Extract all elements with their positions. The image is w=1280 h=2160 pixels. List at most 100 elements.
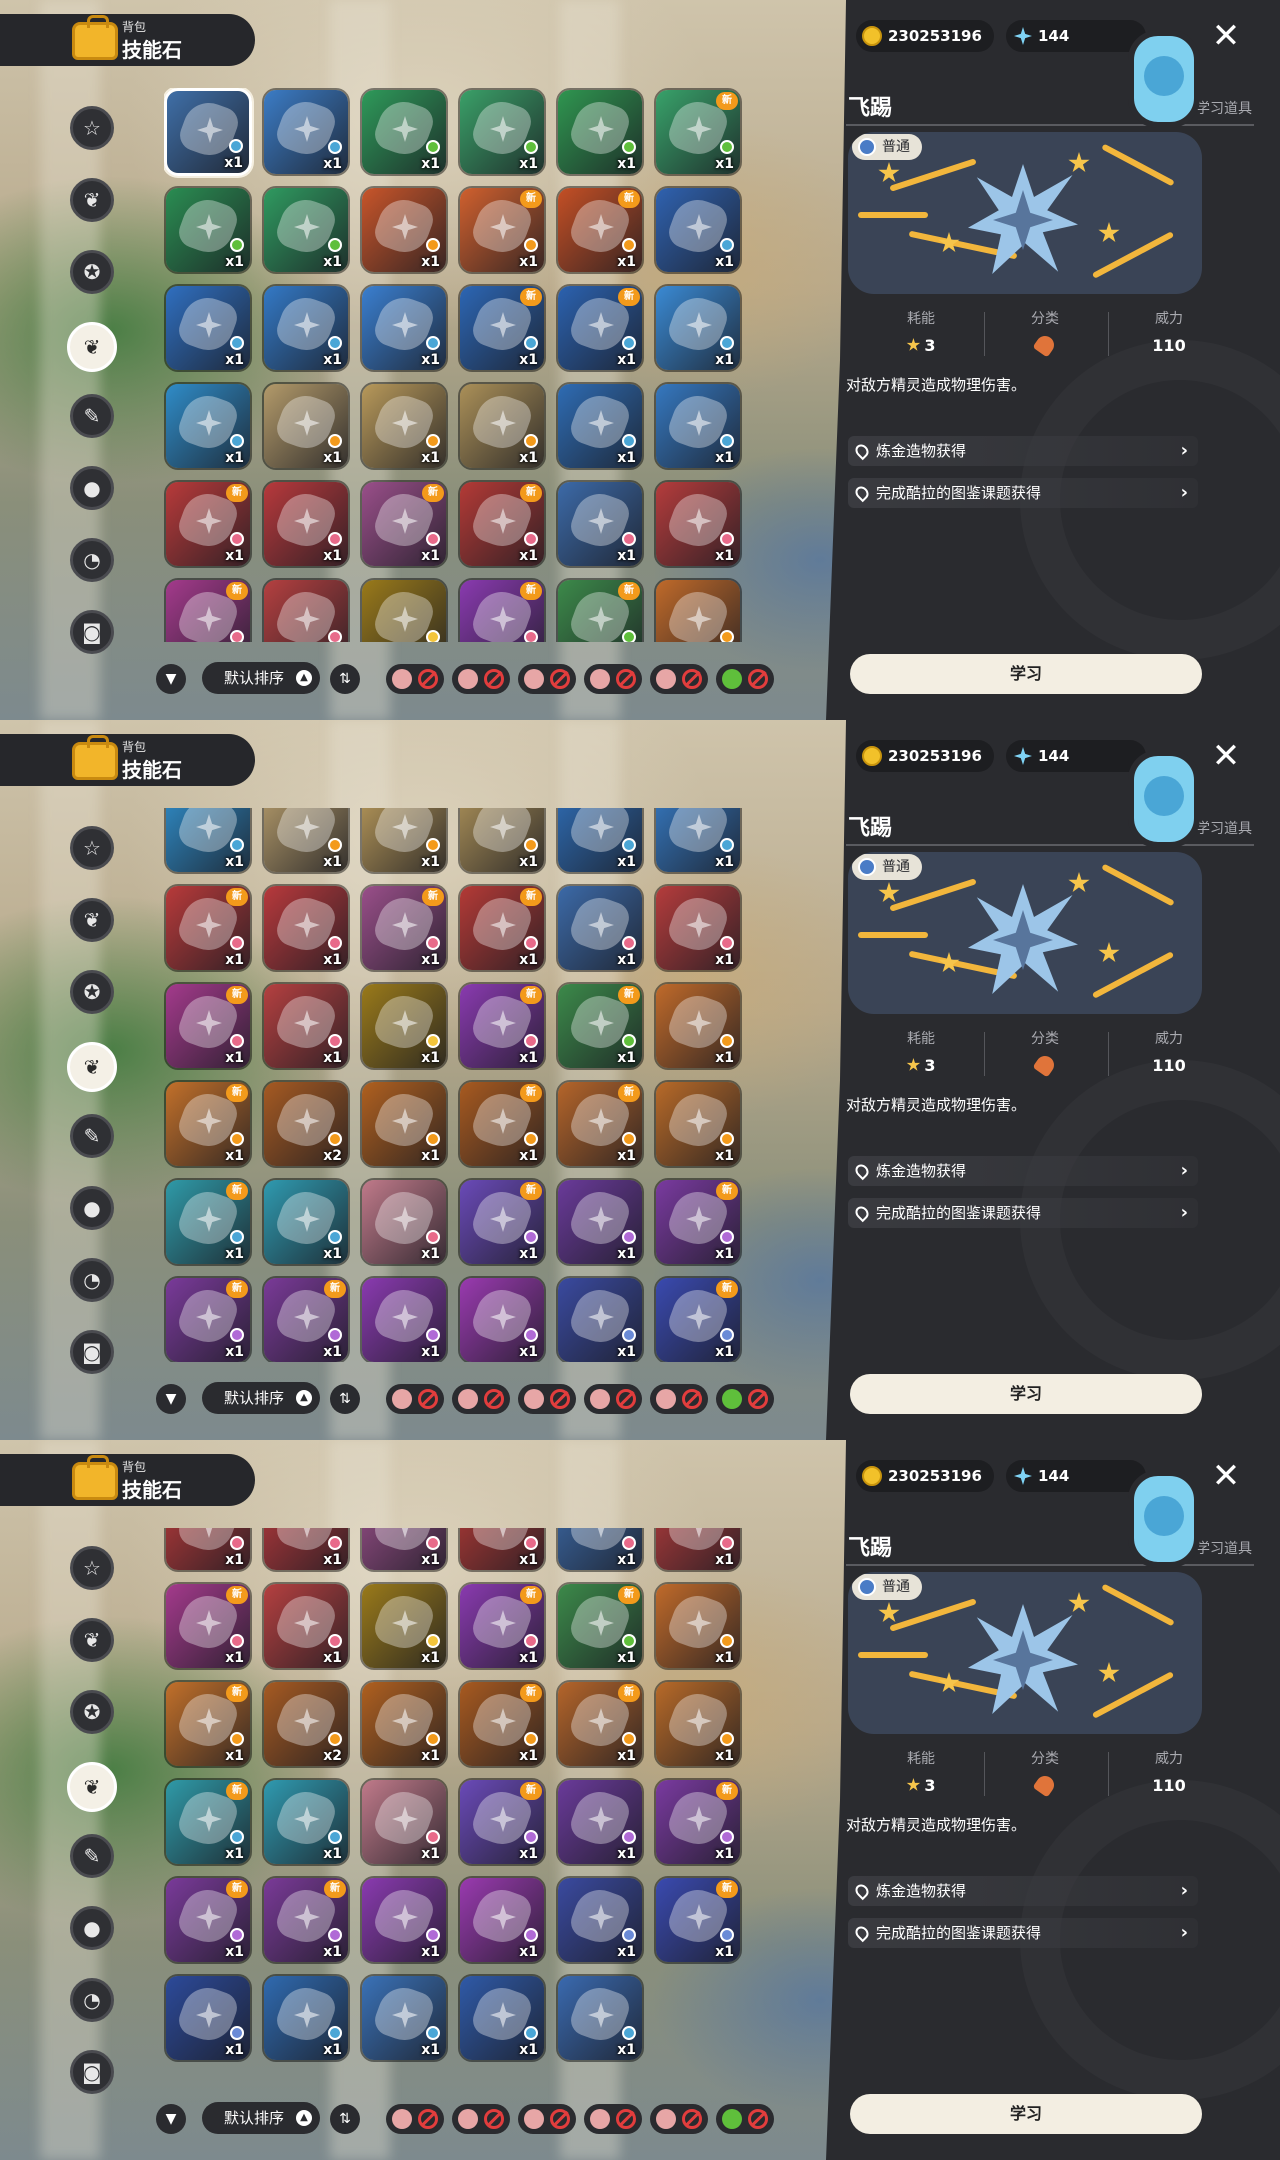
skill-stone-tile[interactable]: x1 [164, 808, 252, 874]
filter-button[interactable]: ▼ [156, 1384, 186, 1414]
sort-order-button[interactable]: ⇅ [330, 1384, 360, 1414]
skill-stone-tile[interactable]: x1 [262, 1582, 350, 1670]
sort-dropdown[interactable]: 默认排序 ▲ [202, 662, 320, 694]
category-tab-ball[interactable]: ● [70, 466, 114, 510]
category-tab-star[interactable]: ☆ [70, 826, 114, 870]
sort-order-button[interactable]: ⇅ [330, 664, 360, 694]
skill-stone-tile[interactable]: x1 [360, 1178, 448, 1266]
filter-button[interactable]: ▼ [156, 664, 186, 694]
acquisition-source[interactable]: 完成酷拉的图鉴课题获得 › [848, 478, 1198, 508]
pet-filter-chip[interactable] [452, 664, 510, 694]
pet-filter-chip[interactable] [650, 1384, 708, 1414]
skill-stone-tile[interactable]: x1新 [360, 884, 448, 972]
skill-stone-tile[interactable]: x1新 [164, 1276, 252, 1362]
skill-stone-tile[interactable]: x1新 [458, 1680, 546, 1768]
skill-stone-tile[interactable]: x1新 [556, 1680, 644, 1768]
skill-stone-tile[interactable]: x1新 [556, 186, 644, 274]
skill-stone-tile[interactable]: x1新 [458, 186, 546, 274]
skill-stone-tile[interactable]: x1 [654, 284, 742, 372]
pet-filter-chip[interactable] [452, 2104, 510, 2134]
skill-stone-tile[interactable]: x1 [360, 1680, 448, 1768]
category-tab-skill-stone[interactable]: ❦ [67, 1042, 117, 1092]
skill-stone-tile[interactable]: x1 [654, 480, 742, 568]
skill-stone-tile[interactable]: x1 [262, 982, 350, 1070]
skill-stone-tile[interactable]: x1 [654, 1528, 742, 1572]
skill-stone-tile[interactable]: x1新 [164, 982, 252, 1070]
skill-stone-tile[interactable]: x1 [262, 88, 350, 176]
skill-stone-tile[interactable]: x1 [360, 284, 448, 372]
category-tab-acorn[interactable]: ◔ [70, 1978, 114, 2022]
pet-filter-chip[interactable] [518, 1384, 576, 1414]
skill-stone-tile[interactable]: x1 [164, 88, 252, 176]
pet-filter-chip[interactable] [518, 664, 576, 694]
category-tab-chest[interactable]: ◙ [70, 2050, 114, 2094]
skill-stone-tile[interactable]: x1新 [556, 578, 644, 642]
category-tab-star[interactable]: ☆ [70, 1546, 114, 1590]
skill-stone-tile[interactable]: x1新 [654, 1276, 742, 1362]
skill-stone-tile[interactable]: x1新 [458, 284, 546, 372]
pet-filter-chip[interactable] [716, 1384, 774, 1414]
skill-stone-tile[interactable]: x1 [556, 480, 644, 568]
sort-dropdown[interactable]: 默认排序 ▲ [202, 2102, 320, 2134]
skill-stone-tile[interactable]: x1 [262, 382, 350, 470]
skill-stone-tile[interactable]: x1 [262, 808, 350, 874]
category-tab-compass[interactable]: ✪ [70, 1690, 114, 1734]
skill-stone-tile[interactable]: x1 [654, 884, 742, 972]
skill-stone-tile[interactable]: x1 [458, 1876, 546, 1964]
skill-stone-tile[interactable]: x1 [360, 186, 448, 274]
pet-filter-chip[interactable] [650, 2104, 708, 2134]
skill-stone-tile[interactable]: x1新 [262, 1276, 350, 1362]
skill-stone-tile[interactable]: x1新 [458, 982, 546, 1070]
pet-filter-chip[interactable] [716, 664, 774, 694]
skill-stone-tile[interactable]: x1 [164, 382, 252, 470]
skill-stone-tile[interactable]: x1 [654, 578, 742, 642]
skill-stone-tile[interactable]: x1 [458, 808, 546, 874]
sort-order-button[interactable]: ⇅ [330, 2104, 360, 2134]
skill-stone-tile[interactable]: x1新 [164, 884, 252, 972]
skill-stone-tile[interactable]: x1 [262, 1178, 350, 1266]
skill-stone-tile[interactable]: x1 [164, 186, 252, 274]
skill-stone-tile[interactable]: x1 [458, 382, 546, 470]
skill-stone-tile[interactable]: x1 [360, 1876, 448, 1964]
skill-stone-tile[interactable]: x1新 [164, 578, 252, 642]
pet-filter-chip[interactable] [584, 1384, 642, 1414]
skill-stone-tile[interactable]: x1新 [164, 1876, 252, 1964]
skill-stone-tile[interactable]: x1 [458, 1276, 546, 1362]
category-tab-acorn[interactable]: ◔ [70, 538, 114, 582]
category-tab-leaf[interactable]: ❦ [70, 1618, 114, 1662]
pet-filter-chip[interactable] [452, 1384, 510, 1414]
skill-stone-tile[interactable]: x1新 [458, 480, 546, 568]
category-tab-compass[interactable]: ✪ [70, 250, 114, 294]
skill-stone-tile[interactable]: x1新 [556, 982, 644, 1070]
skill-stone-tile[interactable]: x1新 [164, 1080, 252, 1168]
skill-stone-tile[interactable]: x1 [262, 1778, 350, 1866]
skill-stone-tile[interactable]: x1新 [458, 1582, 546, 1670]
skill-stone-tile[interactable]: x1 [654, 1582, 742, 1670]
category-tab-acorn[interactable]: ◔ [70, 1258, 114, 1302]
category-tab-chest[interactable]: ◙ [70, 610, 114, 654]
skill-stone-tile[interactable]: x1 [360, 88, 448, 176]
skill-stone-tile[interactable]: x1 [556, 808, 644, 874]
skill-stone-tile[interactable]: x1 [556, 88, 644, 176]
skill-stone-tile[interactable]: x1 [262, 1974, 350, 2062]
learn-button[interactable]: 学习 [850, 654, 1202, 694]
skill-stone-tile[interactable]: x1 [556, 382, 644, 470]
skill-stone-tile[interactable]: x1 [360, 1276, 448, 1362]
category-tab-leaf[interactable]: ❦ [70, 178, 114, 222]
acquisition-source[interactable]: 炼金造物获得 › [848, 1156, 1198, 1186]
category-tab-ball[interactable]: ● [70, 1186, 114, 1230]
category-tab-scroll[interactable]: ✎ [70, 1114, 114, 1158]
skill-stone-tile[interactable]: x1 [164, 284, 252, 372]
skill-stone-tile[interactable]: x1 [556, 1876, 644, 1964]
category-tab-ball[interactable]: ● [70, 1906, 114, 1950]
skill-stone-tile[interactable]: x1 [360, 1080, 448, 1168]
skill-stone-tile[interactable]: x1 [164, 1528, 252, 1572]
pet-filter-chip[interactable] [518, 2104, 576, 2134]
skill-stone-tile[interactable]: x1 [556, 884, 644, 972]
filter-button[interactable]: ▼ [156, 2104, 186, 2134]
skill-stone-tile[interactable]: x1新 [164, 1778, 252, 1866]
pet-filter-chip[interactable] [716, 2104, 774, 2134]
skill-stone-tile[interactable]: x1 [458, 1974, 546, 2062]
skill-stone-tile[interactable]: x1 [556, 1778, 644, 1866]
skill-stone-tile[interactable]: x1 [556, 1276, 644, 1362]
